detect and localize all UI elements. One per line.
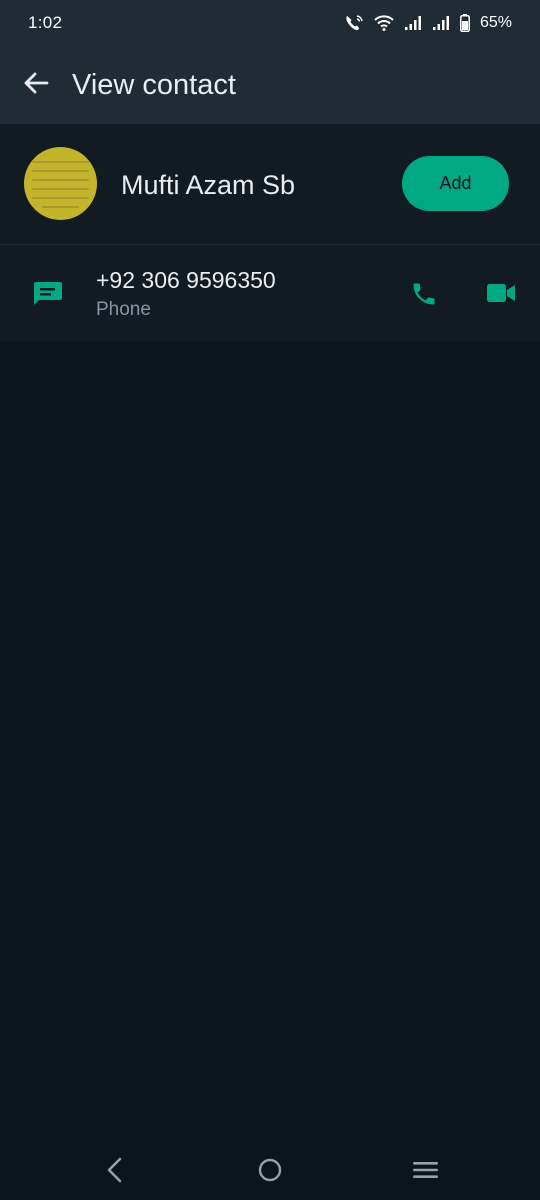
battery-icon bbox=[459, 14, 470, 32]
page-title: View contact bbox=[72, 68, 236, 101]
avatar-texture bbox=[42, 206, 79, 208]
back-button[interactable] bbox=[0, 46, 72, 124]
avatar-texture bbox=[32, 197, 89, 199]
nav-home-icon[interactable] bbox=[258, 1158, 282, 1182]
avatar[interactable] bbox=[24, 147, 97, 220]
signal-icon bbox=[432, 15, 450, 31]
wifi-icon bbox=[374, 15, 394, 31]
wifi-call-icon bbox=[344, 14, 364, 32]
message-icon[interactable] bbox=[31, 280, 63, 306]
battery-percent: 65% bbox=[479, 14, 512, 31]
avatar-texture bbox=[32, 170, 89, 172]
system-nav-bar bbox=[0, 1140, 540, 1200]
contact-name: Mufti Azam Sb bbox=[121, 170, 296, 200]
signal-icon bbox=[404, 15, 422, 31]
avatar-texture bbox=[32, 161, 89, 163]
status-icons: 65% bbox=[344, 14, 512, 32]
nav-menu-icon[interactable] bbox=[413, 1160, 438, 1180]
status-time: 1:02 bbox=[28, 13, 63, 32]
video-call-icon[interactable] bbox=[486, 282, 516, 304]
status-bar: 1:02 65% bbox=[0, 0, 540, 46]
phone-number: +92 306 9596350 bbox=[96, 267, 276, 293]
phone-call-icon[interactable] bbox=[410, 280, 438, 308]
add-contact-button[interactable]: Add bbox=[402, 156, 509, 211]
phone-label: Phone bbox=[96, 299, 151, 320]
contact-card: Mufti Azam Sb Add bbox=[0, 124, 540, 244]
phone-row[interactable]: +92 306 9596350 Phone bbox=[0, 245, 540, 341]
arrow-left-icon bbox=[23, 71, 49, 100]
nav-back-icon[interactable] bbox=[104, 1157, 126, 1183]
app-bar: View contact bbox=[0, 46, 540, 124]
avatar-texture bbox=[32, 188, 89, 190]
avatar-texture bbox=[32, 179, 89, 181]
